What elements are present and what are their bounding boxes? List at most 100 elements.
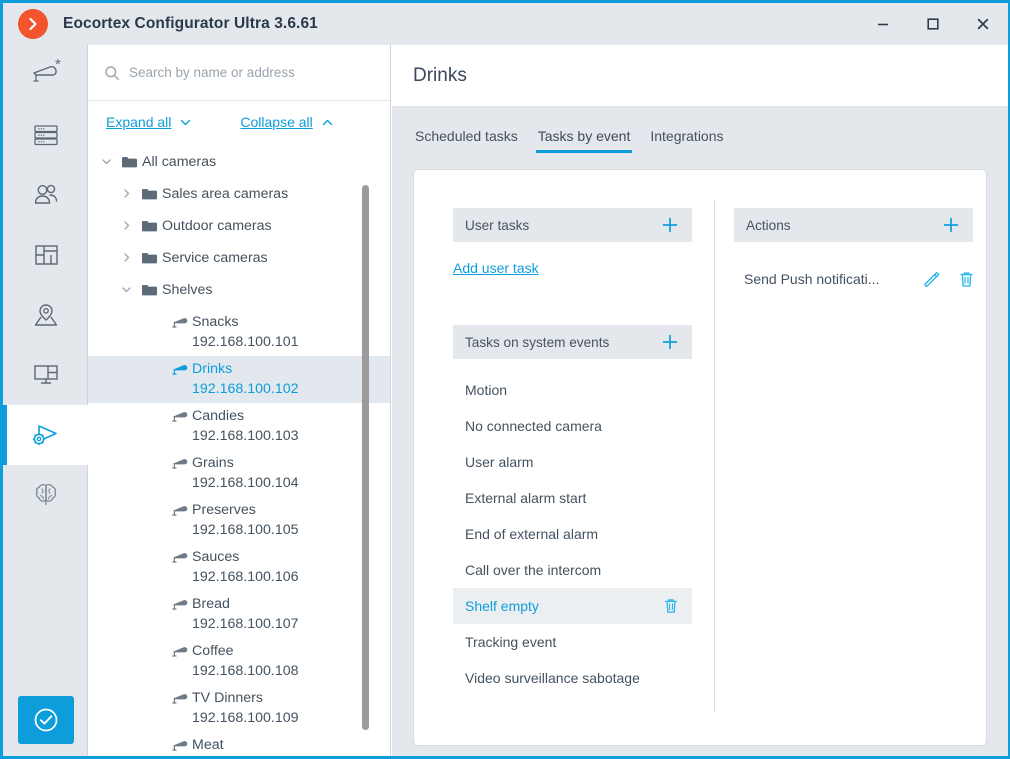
camera-icon — [171, 600, 187, 610]
sidebar-item-floor-plans[interactable] — [3, 225, 88, 285]
tree-item-name: Meat — [192, 737, 224, 753]
system-event-item[interactable]: Motion — [453, 372, 692, 408]
system-event-item[interactable]: Shelf empty — [453, 588, 692, 624]
camera-icon — [166, 313, 192, 330]
system-event-item[interactable]: Tracking event — [453, 624, 692, 660]
sidebar-item-cameras[interactable]: * — [3, 45, 88, 105]
folder-icon — [121, 157, 137, 168]
folder-icon — [116, 153, 142, 169]
tree-folder-item[interactable]: Sales area cameras — [88, 181, 390, 213]
tree-item-address: 192.168.100.108 — [192, 663, 299, 679]
close-button[interactable] — [958, 3, 1008, 45]
camera-icon — [166, 642, 192, 659]
sidebar-item-video-wall[interactable] — [3, 345, 88, 405]
system-event-item[interactable]: External alarm start — [453, 480, 692, 516]
tree-item-name: Snacks — [192, 314, 239, 330]
system-event-label: Video surveillance sabotage — [465, 670, 640, 686]
add-system-task-plus-icon[interactable] — [661, 333, 679, 351]
app-logo — [3, 9, 63, 39]
system-event-label: Motion — [465, 382, 508, 398]
tree-item-labels: Service cameras — [162, 249, 268, 268]
tree-item-address: 192.168.100.106 — [192, 569, 299, 585]
sidebar-item-geo-map[interactable] — [3, 285, 88, 345]
folder-icon — [141, 189, 157, 200]
add-user-task-link[interactable]: Add user task — [453, 260, 539, 276]
minimize-button[interactable] — [858, 3, 908, 45]
system-event-item[interactable]: No connected camera — [453, 408, 692, 444]
add-user-task-plus-icon[interactable] — [661, 216, 679, 234]
tree-camera-item[interactable]: Candies 192.168.100.103 — [88, 403, 390, 450]
chevron-right-icon — [123, 253, 129, 262]
chevron-down-icon[interactable] — [96, 153, 116, 167]
chevron-right-icon[interactable] — [116, 185, 136, 199]
sidebar-item-users[interactable] — [3, 165, 88, 225]
trash-icon[interactable] — [662, 597, 680, 615]
column-divider — [714, 200, 715, 712]
apply-changes-button[interactable] — [18, 696, 74, 744]
system-event-item[interactable]: End of external alarm — [453, 516, 692, 552]
actions-panel: Actions — [734, 208, 973, 242]
tree-camera-item[interactable]: Bread 192.168.100.107 — [88, 591, 390, 638]
tree-camera-item[interactable]: Sauces 192.168.100.106 — [88, 544, 390, 591]
camera-icon — [166, 360, 192, 377]
tree-folder-item[interactable]: Outdoor cameras — [88, 213, 390, 245]
sidebar-item-automation[interactable] — [3, 405, 88, 465]
tree-folder-item[interactable]: Shelves — [88, 277, 390, 309]
tree-camera-item[interactable]: Coffee 192.168.100.108 — [88, 638, 390, 685]
folder-icon — [136, 281, 162, 297]
tree-item-address: 192.168.100.102 — [192, 381, 299, 397]
tree-camera-item[interactable]: Preserves 192.168.100.105 — [88, 497, 390, 544]
sidebar-item-servers[interactable] — [3, 105, 88, 165]
chevron-down-icon[interactable] — [116, 281, 136, 295]
tree-item-labels: TV Dinners 192.168.100.109 — [192, 689, 299, 728]
tree-item-labels: Snacks 192.168.100.101 — [192, 313, 299, 352]
minimize-icon — [878, 23, 888, 26]
chevron-right-icon[interactable] — [116, 217, 136, 231]
camera-tree-panel: Expand all Collapse all All cameras Sales… — [88, 45, 391, 756]
tab-tasks-by-event[interactable]: Tasks by event — [528, 128, 641, 157]
tree-camera-item[interactable]: Snacks 192.168.100.101 — [88, 309, 390, 356]
tree-camera-item[interactable]: TV Dinners 192.168.100.109 — [88, 685, 390, 732]
page-title: Drinks — [413, 64, 467, 86]
tree-item-address: 192.168.100.105 — [192, 522, 299, 538]
tree-scroll-area: All cameras Sales area cameras Outdoor cam… — [88, 143, 390, 756]
expand-all-link[interactable]: Expand all — [106, 114, 192, 130]
chevron-right-icon — [123, 221, 129, 230]
collapse-all-link[interactable]: Collapse all — [240, 114, 333, 130]
tree-folder-item[interactable]: All cameras — [88, 149, 390, 181]
maximize-button[interactable] — [908, 3, 958, 45]
tab-integrations[interactable]: Integrations — [640, 128, 733, 157]
tree-item-name: Sales area cameras — [162, 186, 289, 202]
chevron-up-icon — [322, 119, 332, 125]
tree-item-name: Candies — [192, 408, 245, 424]
chevron-down-icon — [181, 119, 191, 125]
edit-action-pencil-icon[interactable] — [922, 270, 941, 289]
system-tasks-header: Tasks on system events — [453, 325, 692, 359]
add-action-plus-icon[interactable] — [942, 216, 960, 234]
tree-item-name: Coffee — [192, 643, 234, 659]
tree-camera-item[interactable]: Drinks 192.168.100.102 — [88, 356, 390, 403]
system-event-item[interactable]: Call over the intercom — [453, 552, 692, 588]
brain-icon — [35, 484, 56, 505]
delete-action-trash-icon[interactable] — [957, 270, 976, 289]
sidebar-item-neural-networks[interactable] — [3, 465, 88, 525]
floor-plan-icon — [34, 245, 58, 265]
chevron-right-icon[interactable] — [116, 249, 136, 263]
tree-camera-item[interactable]: Grains 192.168.100.104 — [88, 450, 390, 497]
system-event-label: Call over the intercom — [465, 562, 602, 578]
tree-camera-item[interactable]: Meat 192.168.100.110 — [88, 732, 390, 756]
tree-scrollbar-thumb[interactable] — [362, 185, 369, 730]
system-event-item[interactable]: User alarm — [453, 444, 692, 480]
expand-all-label: Expand all — [106, 114, 172, 130]
tree-item-labels: Meat 192.168.100.110 — [192, 736, 297, 756]
delete-event-trash-icon[interactable] — [662, 597, 680, 615]
tab-scheduled-tasks[interactable]: Scheduled tasks — [405, 128, 528, 157]
search-input[interactable] — [129, 65, 378, 80]
tree-item-labels: Sales area cameras — [162, 185, 288, 204]
tree-toolbar: Expand all Collapse all — [88, 101, 390, 143]
tree-folder-item[interactable]: Service cameras — [88, 245, 390, 277]
tab-bar: Scheduled tasks Tasks by event Integration… — [392, 107, 1008, 157]
system-event-item[interactable]: Video surveillance sabotage — [453, 660, 692, 696]
action-label: Send Push notificati... — [744, 271, 880, 287]
